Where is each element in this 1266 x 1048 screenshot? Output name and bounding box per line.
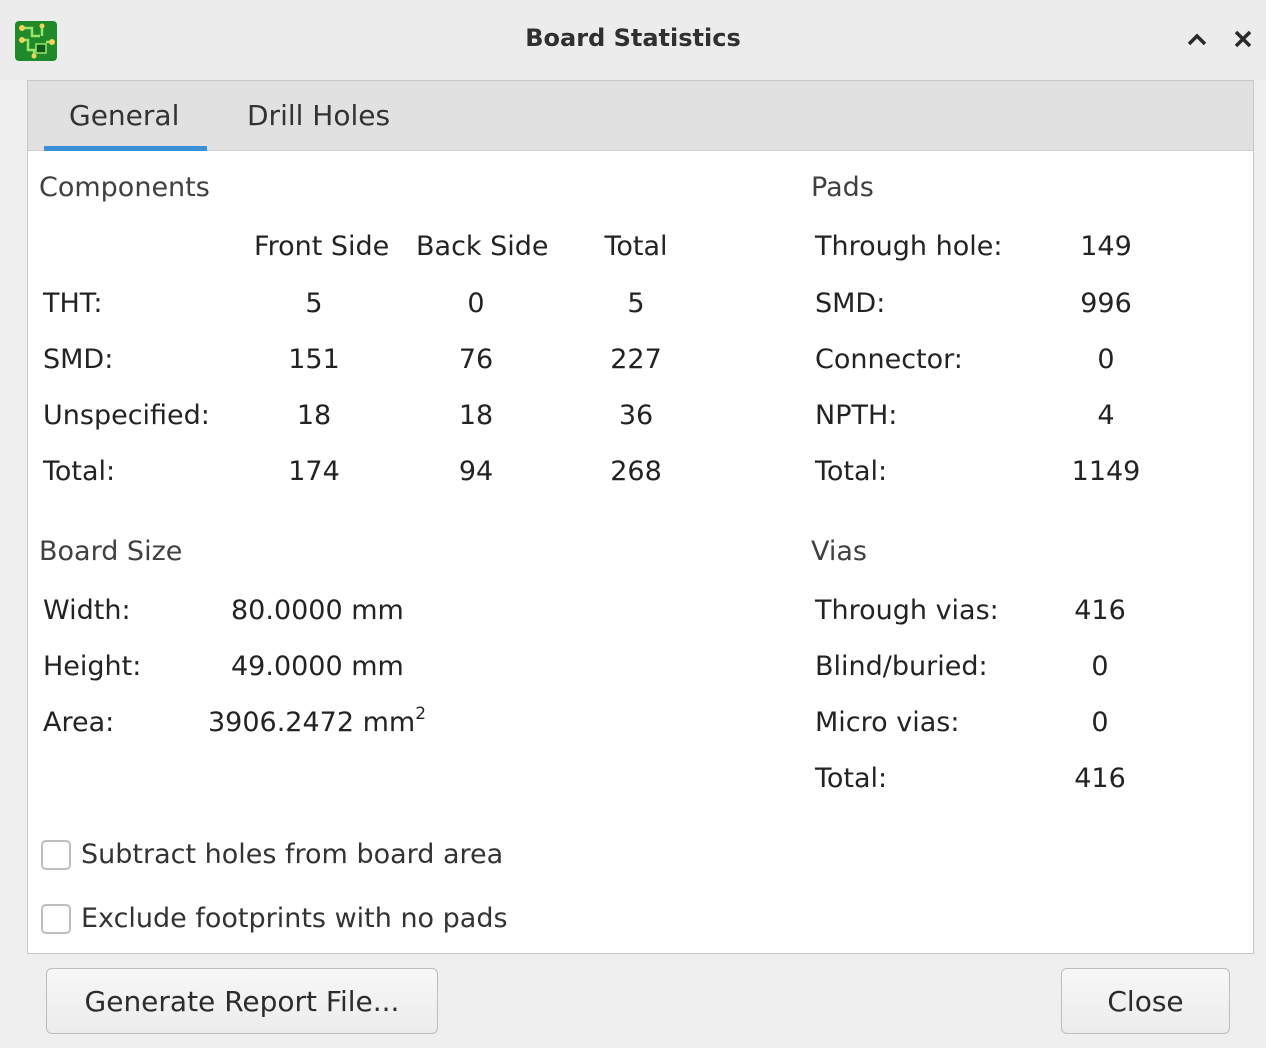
tht-total: 5 (627, 288, 645, 319)
area-value: 3906.2472 mm2 (208, 704, 426, 741)
close-icon (1234, 30, 1252, 48)
active-tab-indicator (44, 146, 207, 151)
width-value: 80.0000 mm (231, 595, 404, 626)
close-window-button[interactable] (1226, 20, 1260, 58)
pad-value: 149 (1080, 231, 1132, 262)
title-bar: Board Statistics (0, 0, 1266, 80)
generate-report-button[interactable]: Generate Report File... (46, 968, 438, 1034)
unspecified-back: 18 (458, 400, 494, 431)
row-label: THT: (43, 288, 103, 319)
via-label: Blind/buried: (815, 651, 988, 682)
via-label: Micro vias: (815, 707, 960, 738)
subtract-holes-checkbox[interactable] (41, 840, 71, 870)
exclude-footprints-checkbox[interactable] (41, 904, 71, 934)
smd-total: 227 (610, 344, 662, 375)
smd-back: 76 (458, 344, 494, 375)
row-label: Total: (43, 456, 116, 487)
area-superscript: 2 (415, 704, 427, 724)
via-label: Through vias: (815, 595, 999, 626)
components-heading: Components (39, 172, 210, 203)
board-size-heading: Board Size (39, 536, 183, 567)
pad-label: SMD: (815, 288, 886, 319)
area-label: Area: (43, 707, 115, 738)
height-value: 49.0000 mm (231, 651, 404, 682)
total-front: 174 (288, 456, 340, 487)
row-label: SMD: (43, 344, 114, 375)
pads-heading: Pads (811, 172, 874, 203)
tht-front: 5 (305, 288, 323, 319)
tab-drill-holes[interactable]: Drill Holes (247, 99, 390, 132)
smd-front: 151 (288, 344, 340, 375)
total-total: 268 (610, 456, 662, 487)
pad-value: 1149 (1071, 456, 1141, 487)
col-header-total: Total (604, 231, 668, 262)
tab-panel: General Drill Holes Components Front Sid… (27, 80, 1254, 954)
tht-back: 0 (467, 288, 485, 319)
via-label: Total: (815, 763, 888, 794)
pad-value: 0 (1097, 344, 1115, 375)
exclude-footprints-label[interactable]: Exclude footprints with no pads (81, 904, 508, 934)
via-value: 0 (1091, 707, 1109, 738)
subtract-holes-label[interactable]: Subtract holes from board area (81, 840, 503, 870)
via-value: 0 (1091, 651, 1109, 682)
total-back: 94 (458, 456, 494, 487)
pad-label: Total: (815, 456, 888, 487)
area-number: 3906.2472 mm (208, 707, 416, 738)
close-button[interactable]: Close (1061, 968, 1230, 1034)
window-title: Board Statistics (525, 24, 741, 52)
vias-heading: Vias (811, 536, 867, 567)
minimize-button[interactable] (1180, 20, 1214, 58)
height-label: Height: (43, 651, 142, 682)
chevron-up-icon (1187, 33, 1207, 46)
pad-value: 996 (1080, 288, 1132, 319)
pad-label: Through hole: (815, 231, 1003, 262)
col-header-back: Back Side (416, 231, 549, 262)
pad-label: NPTH: (815, 400, 898, 431)
tab-general[interactable]: General (69, 99, 179, 132)
pad-label: Connector: (815, 344, 963, 375)
unspecified-front: 18 (296, 400, 332, 431)
col-header-front: Front Side (254, 231, 390, 262)
width-label: Width: (43, 595, 131, 626)
row-label: Unspecified: (43, 400, 210, 431)
via-value: 416 (1074, 763, 1126, 794)
pad-value: 4 (1097, 400, 1115, 431)
via-value: 416 (1074, 595, 1126, 626)
unspecified-total: 36 (618, 400, 654, 431)
tab-bar: General Drill Holes (28, 81, 1253, 151)
